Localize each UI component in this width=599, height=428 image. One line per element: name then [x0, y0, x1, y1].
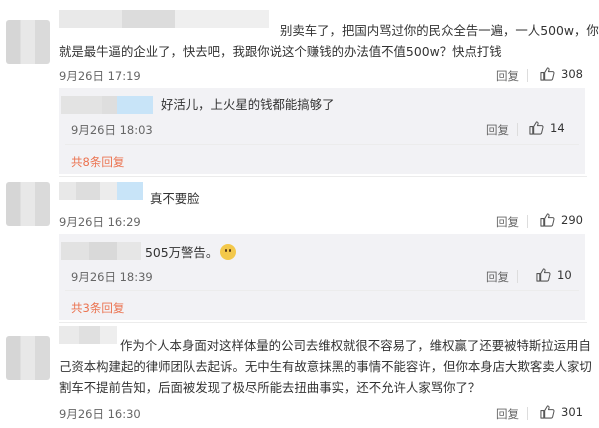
like-count: 308 — [561, 66, 583, 81]
thumbs-up-icon — [536, 268, 551, 282]
sub-reply-text: 好活儿，上火星的钱都能搞够了 — [161, 97, 335, 112]
comment-text: 作为个人本身面对这样体量的公司去维权就很不容易了，维权赢了还要被特斯拉运用自 — [120, 338, 591, 353]
comment-text: 别卖车了，把国内骂过你的民众全告一遍，一人500w，你 — [280, 23, 599, 38]
divider — [65, 290, 579, 291]
reply-button[interactable]: 回复 — [496, 214, 519, 230]
reply-button[interactable]: 回复 — [486, 269, 509, 285]
like-button[interactable]: 10 — [536, 267, 572, 282]
more-replies-link[interactable]: 共8条回复 — [71, 154, 124, 170]
divider — [65, 144, 579, 145]
comment-text: 己资本构建起的律师团队去起诉。无中生有故意抹黑的事情不能容许，但你本身店大欺客卖… — [59, 359, 592, 374]
sub-reply-text: 505万警告。 — [145, 242, 237, 264]
divider — [59, 322, 587, 323]
like-button[interactable]: 14 — [529, 120, 565, 135]
sub-reply-date: 9月26日 18:39 — [71, 270, 153, 284]
sub-replies: 好活儿，上火星的钱都能搞够了 9月26日 18:03 回复 14 共8条回复 — [59, 88, 585, 174]
like-count: 14 — [550, 120, 565, 135]
sub-reply-text-content: 505万警告。 — [145, 245, 219, 260]
more-replies-link[interactable]: 共3条回复 — [71, 300, 124, 316]
avatar[interactable] — [6, 182, 50, 226]
divider — [59, 176, 587, 177]
avatar-redacted — [117, 182, 143, 200]
reply-button[interactable]: 回复 — [496, 68, 519, 84]
thumbs-up-icon — [540, 213, 555, 227]
like-count: 10 — [557, 267, 572, 282]
username-redacted[interactable] — [59, 182, 117, 200]
thumbs-up-icon — [540, 67, 555, 81]
divider — [517, 270, 518, 283]
username-redacted[interactable] — [59, 10, 269, 28]
username-redacted[interactable] — [61, 242, 141, 260]
avatar-redacted — [117, 96, 153, 114]
comment-text: 就是最牛逼的企业了，快去吧，我跟你说这个赚钱的办法值不值500w？快点打钱 — [59, 44, 502, 59]
comment-date: 9月26日 16:29 — [59, 215, 141, 229]
divider — [527, 407, 528, 420]
thumbs-up-icon — [540, 405, 555, 419]
comment-text: 真不要脸 — [150, 191, 200, 206]
comment-date: 9月26日 16:30 — [59, 407, 141, 421]
like-count: 290 — [561, 212, 583, 227]
sub-reply-date: 9月26日 18:03 — [71, 123, 153, 137]
like-button[interactable]: 290 — [540, 212, 583, 227]
like-button[interactable]: 301 — [540, 404, 583, 419]
thumbs-up-icon — [529, 121, 544, 135]
like-count: 301 — [561, 404, 583, 419]
divider — [527, 215, 528, 228]
comment-text: 割车不提前告知，后面被发现了极尽所能去扭曲事实，还不允许人家骂你了？ — [59, 380, 481, 395]
avatar[interactable] — [6, 336, 50, 380]
divider — [527, 69, 528, 82]
doge-emoji-icon — [220, 244, 237, 260]
username-redacted[interactable] — [59, 326, 117, 344]
reply-button[interactable]: 回复 — [486, 122, 509, 138]
like-button[interactable]: 308 — [540, 66, 583, 81]
comment-date: 9月26日 17:19 — [59, 69, 141, 83]
reply-button[interactable]: 回复 — [496, 406, 519, 422]
divider — [517, 123, 518, 136]
sub-replies: 505万警告。 9月26日 18:39 回复 10 共3条回复 — [59, 234, 585, 320]
avatar[interactable] — [6, 20, 50, 64]
